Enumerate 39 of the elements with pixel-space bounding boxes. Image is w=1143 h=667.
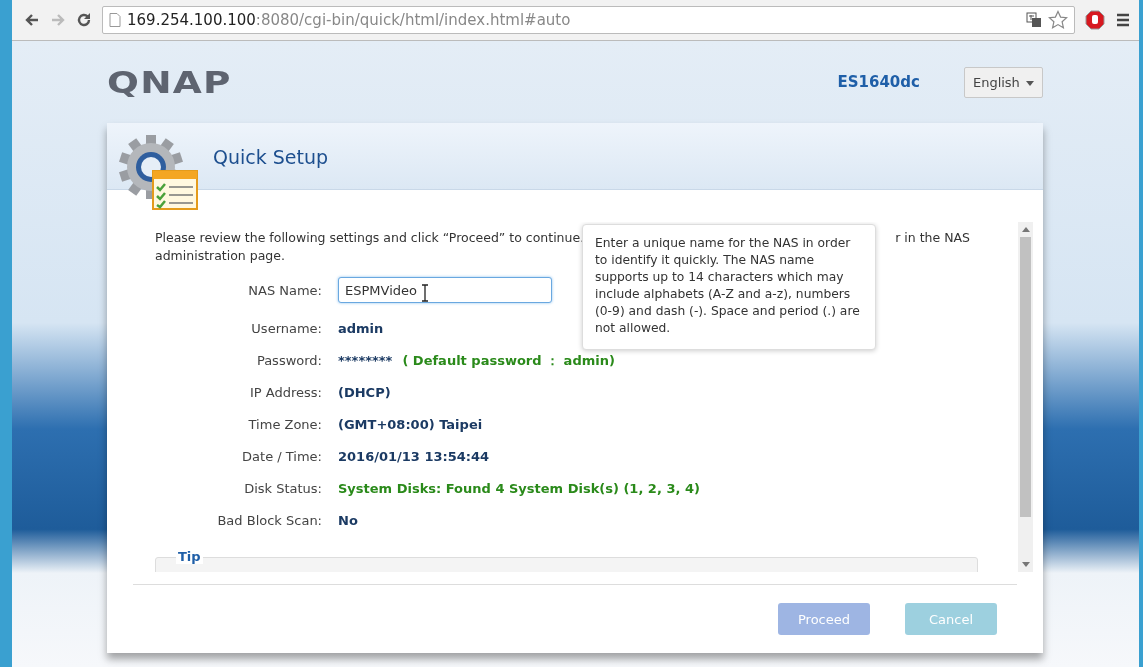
- field-value: No: [338, 513, 358, 528]
- language-dropdown[interactable]: English: [963, 66, 1043, 98]
- field-label: IP Address:: [249, 385, 322, 400]
- page-icon: [109, 13, 121, 27]
- text-cursor-icon: [421, 284, 429, 302]
- field-value: admin: [338, 321, 384, 336]
- address-bar[interactable]: 169.254.100.100:8080/cgi-bin/quick/html/index.html#auto: [102, 6, 1075, 34]
- field-value: 2016/01/13 13:54:44: [338, 449, 490, 464]
- field-value: ********: [338, 353, 393, 368]
- nas-name-field[interactable]: ESPMVideo: [338, 277, 552, 303]
- field-label: Username:: [250, 321, 322, 336]
- tip-legend: Tip: [176, 549, 203, 564]
- field-value: (DHCP): [338, 385, 391, 400]
- translate-icon[interactable]: [1026, 12, 1042, 28]
- star-icon[interactable]: [1048, 10, 1068, 30]
- caret-icon: [1026, 80, 1034, 86]
- reload-icon[interactable]: [76, 12, 92, 28]
- status-value: System Disks: Found 4 System Disk(s) (1, 2, 3, 4): [338, 481, 700, 496]
- menu-icon[interactable]: [1115, 12, 1131, 28]
- field-value: (GMT+08:00) Taipei: [338, 417, 483, 432]
- field-label: Password:: [255, 353, 322, 368]
- logo: QNAP: [107, 64, 232, 100]
- model-name: ES1640dc: [837, 73, 920, 91]
- scroll-up-icon[interactable]: [1021, 227, 1030, 232]
- tooltip-text: Enter a unique name for the NAS in order to identify it quickly. The NAS name supports up to 14 characters which may include alphabets (A-Z and a-z), numbers (0-9) and dash (-). Space and period (.) are not allowed.: [595, 236, 860, 335]
- password-note: ( Default password ： admin): [402, 351, 615, 370]
- field-label: Date / Time:: [241, 449, 322, 464]
- back-icon[interactable]: [24, 12, 40, 28]
- field-label: NAS Name:: [247, 282, 322, 298]
- intro-text: r in the NAS: [895, 230, 970, 245]
- url-text: 169.254.100.100:8080/cgi-bin/quick/html/index.html#auto: [127, 11, 571, 29]
- field-label: Disk Status:: [243, 481, 322, 496]
- scroll-down-icon[interactable]: [1021, 562, 1030, 567]
- intro-text: Please review the following settings and click “Proceed” to continue.: [155, 230, 585, 245]
- intro-text: administration page.: [155, 248, 285, 263]
- field-label: Bad Block Scan:: [216, 513, 322, 528]
- dialog-title: Quick Setup: [213, 145, 329, 168]
- field-label: Time Zone:: [247, 417, 322, 432]
- scrollbar[interactable]: [1018, 222, 1033, 572]
